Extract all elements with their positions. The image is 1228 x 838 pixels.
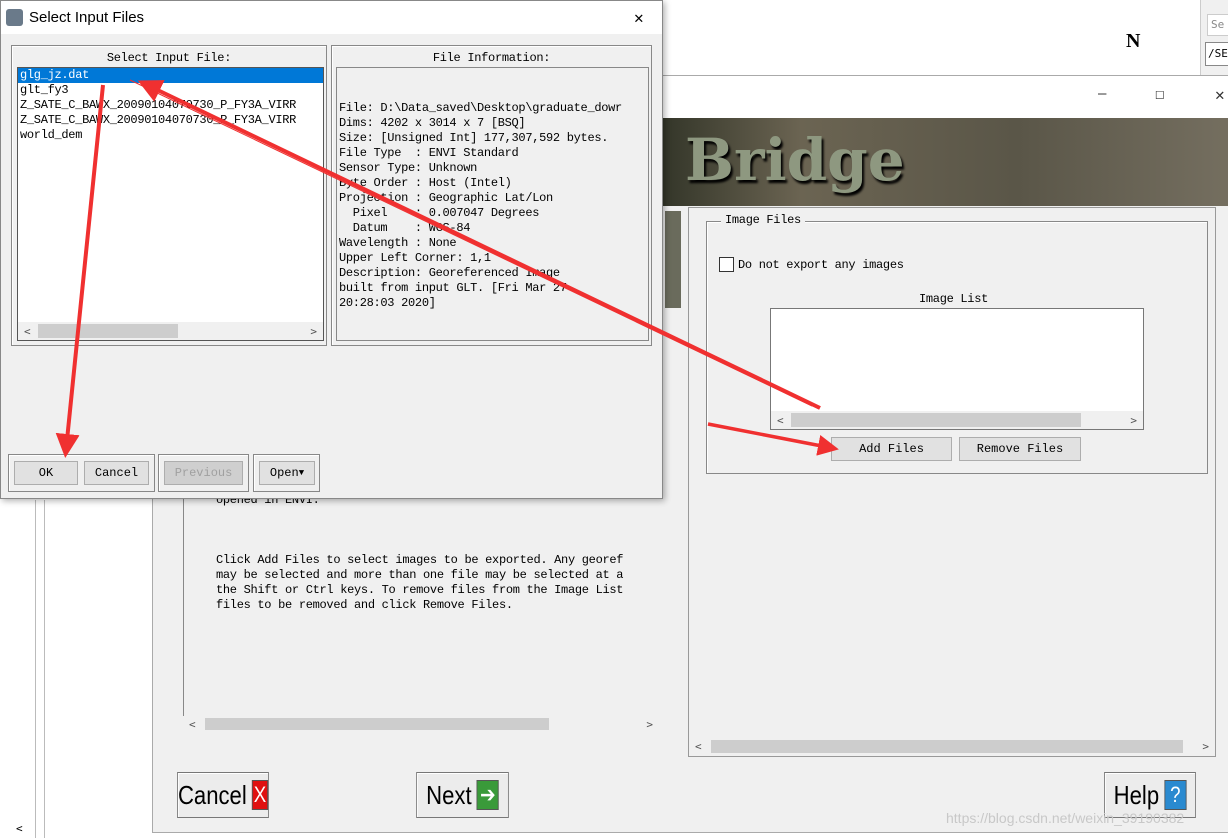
arrow-thin <box>129 79 813 407</box>
arrow-to-ok <box>55 84 105 458</box>
arrow-to-add-files <box>707 422 839 456</box>
arrow-to-file <box>137 80 821 410</box>
annotation-arrows <box>55 79 839 458</box>
